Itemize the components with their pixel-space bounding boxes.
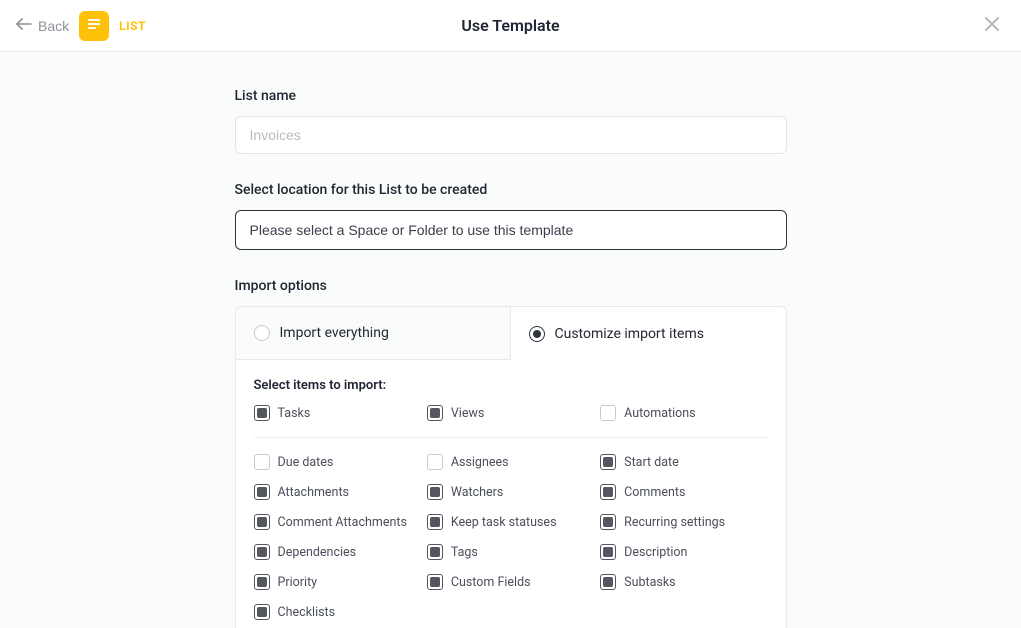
checkbox-subtasks[interactable]: Subtasks xyxy=(600,574,767,590)
import-radio-row: Import everything Customize import items xyxy=(236,307,786,360)
checkbox-label: Comments xyxy=(624,485,685,500)
list-name-input[interactable] xyxy=(235,116,787,154)
import-options-label: Import options xyxy=(235,278,787,294)
header-left: Back LIST xyxy=(16,11,146,41)
checkbox-unchecked-icon xyxy=(427,454,443,470)
close-button[interactable] xyxy=(979,11,1005,40)
checkbox-label: Attachments xyxy=(278,485,350,500)
checkbox-checked-icon xyxy=(427,514,443,530)
checkbox-label: Priority xyxy=(278,575,318,590)
checkbox-tags[interactable]: Tags xyxy=(427,544,594,560)
checkbox-checked-icon xyxy=(600,514,616,530)
content: List name Select location for this List … xyxy=(235,52,787,628)
checkbox-checked-icon xyxy=(254,574,270,590)
arrow-left-icon xyxy=(16,17,32,34)
content-scroll[interactable]: List name Select location for this List … xyxy=(0,52,1021,628)
close-icon xyxy=(983,21,1001,36)
checkbox-checked-icon xyxy=(427,484,443,500)
checkbox-recurring-settings[interactable]: Recurring settings xyxy=(600,514,767,530)
items-heading: Select items to import: xyxy=(254,378,768,393)
radio-dot xyxy=(533,330,541,338)
checkbox-label: Keep task statuses xyxy=(451,515,557,530)
checkbox-checked-icon xyxy=(427,574,443,590)
radio-label-everything: Import everything xyxy=(280,325,389,341)
checkbox-keep-task-statuses[interactable]: Keep task statuses xyxy=(427,514,594,530)
checkbox-watchers[interactable]: Watchers xyxy=(427,484,594,500)
checkbox-label: Checklists xyxy=(278,605,336,620)
back-label: Back xyxy=(38,18,69,34)
checkbox-checked-icon xyxy=(427,405,443,421)
checkbox-automations[interactable]: Automations xyxy=(600,405,767,421)
checkbox-checked-icon xyxy=(600,484,616,500)
checkbox-priority[interactable]: Priority xyxy=(254,574,421,590)
items-top-row: Tasks Views Automations xyxy=(254,405,768,438)
checkbox-unchecked-icon xyxy=(600,405,616,421)
checkbox-custom-fields[interactable]: Custom Fields xyxy=(427,574,594,590)
checkbox-label: Assignees xyxy=(451,455,509,470)
back-button[interactable]: Back xyxy=(16,17,69,34)
checkbox-checked-icon xyxy=(600,544,616,560)
list-badge: LIST xyxy=(119,19,146,33)
checkbox-label: Comment Attachments xyxy=(278,515,407,530)
checkbox-checked-icon xyxy=(427,544,443,560)
checkbox-label: Watchers xyxy=(451,485,504,500)
checkbox-label: Start date xyxy=(624,455,679,470)
checkbox-checked-icon xyxy=(254,604,270,620)
radio-import-everything[interactable]: Import everything xyxy=(236,307,511,360)
import-box: Import everything Customize import items… xyxy=(235,306,787,628)
checkbox-checked-icon xyxy=(600,574,616,590)
items-columns: Due dates Assignees Start date Attachments W… xyxy=(254,454,768,620)
radio-checked-icon xyxy=(529,326,545,342)
checkbox-tasks[interactable]: Tasks xyxy=(254,405,421,421)
checkbox-due-dates[interactable]: Due dates xyxy=(254,454,421,470)
checkbox-label: Tags xyxy=(451,545,478,560)
items-section: Select items to import: Tasks Views Automa… xyxy=(236,360,786,628)
checkbox-label: Description xyxy=(624,545,687,560)
checkbox-label: Views xyxy=(451,406,484,421)
checkbox-checked-icon xyxy=(600,454,616,470)
checkbox-dependencies[interactable]: Dependencies xyxy=(254,544,421,560)
checkbox-description[interactable]: Description xyxy=(600,544,767,560)
list-name-label: List name xyxy=(235,88,787,104)
checkbox-checklists[interactable]: Checklists xyxy=(254,604,421,620)
checkbox-start-date[interactable]: Start date xyxy=(600,454,767,470)
checkbox-checked-icon xyxy=(254,405,270,421)
checkbox-label: Recurring settings xyxy=(624,515,725,530)
import-options-section: Import options Import everything Customi… xyxy=(235,278,787,628)
checkbox-attachments[interactable]: Attachments xyxy=(254,484,421,500)
modal-header: Back LIST Use Template xyxy=(0,0,1021,52)
location-label: Select location for this List to be crea… xyxy=(235,182,787,198)
radio-label-customize: Customize import items xyxy=(555,326,704,342)
radio-unchecked-icon xyxy=(254,325,270,341)
page-title: Use Template xyxy=(461,16,559,35)
radio-customize-items[interactable]: Customize import items xyxy=(511,307,786,360)
checkbox-checked-icon xyxy=(254,514,270,530)
checkbox-unchecked-icon xyxy=(254,454,270,470)
checkbox-label: Dependencies xyxy=(278,545,357,560)
list-icon-box xyxy=(79,11,109,41)
checkbox-label: Subtasks xyxy=(624,575,675,590)
list-icon xyxy=(86,16,102,36)
checkbox-comment-attachments[interactable]: Comment Attachments xyxy=(254,514,421,530)
location-section: Select location for this List to be crea… xyxy=(235,182,787,250)
list-name-section: List name xyxy=(235,88,787,154)
checkbox-checked-icon xyxy=(254,484,270,500)
checkbox-checked-icon xyxy=(254,544,270,560)
checkbox-label: Due dates xyxy=(278,455,334,470)
checkbox-label: Automations xyxy=(624,406,695,421)
checkbox-label: Custom Fields xyxy=(451,575,531,590)
checkbox-assignees[interactable]: Assignees xyxy=(427,454,594,470)
location-select[interactable]: Please select a Space or Folder to use t… xyxy=(235,210,787,250)
checkbox-comments[interactable]: Comments xyxy=(600,484,767,500)
checkbox-label: Tasks xyxy=(278,406,311,421)
checkbox-views[interactable]: Views xyxy=(427,405,594,421)
